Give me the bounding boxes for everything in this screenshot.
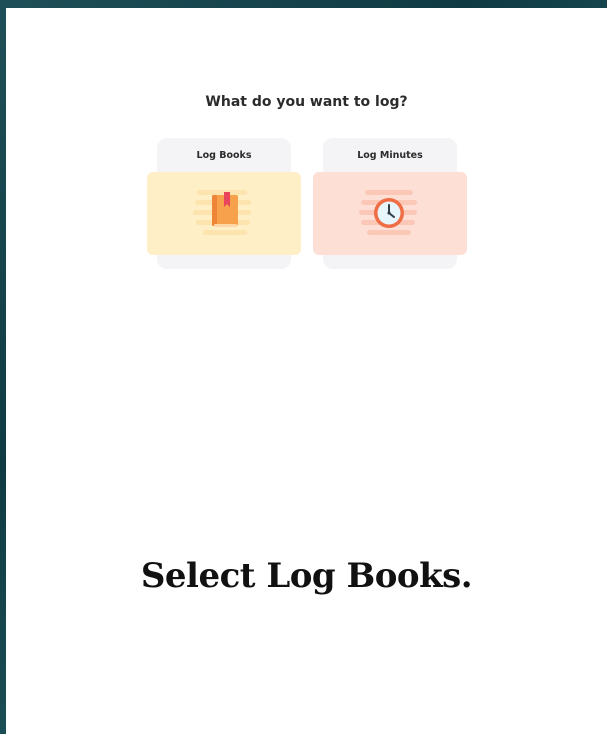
clock-icon: [359, 189, 417, 235]
log-minutes-option[interactable]: Log Minutes: [313, 138, 467, 269]
log-books-option[interactable]: Log Books: [147, 138, 301, 269]
log-dialog-panel: What do you want to log? Log Books Log M…: [6, 8, 607, 734]
log-minutes-label: Log Minutes: [357, 150, 423, 161]
log-books-card-face[interactable]: [147, 172, 301, 255]
book-icon: [193, 189, 251, 235]
log-books-label: Log Books: [196, 150, 252, 161]
log-question-heading: What do you want to log?: [205, 94, 408, 110]
task-instruction: Select Log Books.: [140, 556, 473, 596]
log-minutes-card-face[interactable]: [313, 172, 467, 255]
